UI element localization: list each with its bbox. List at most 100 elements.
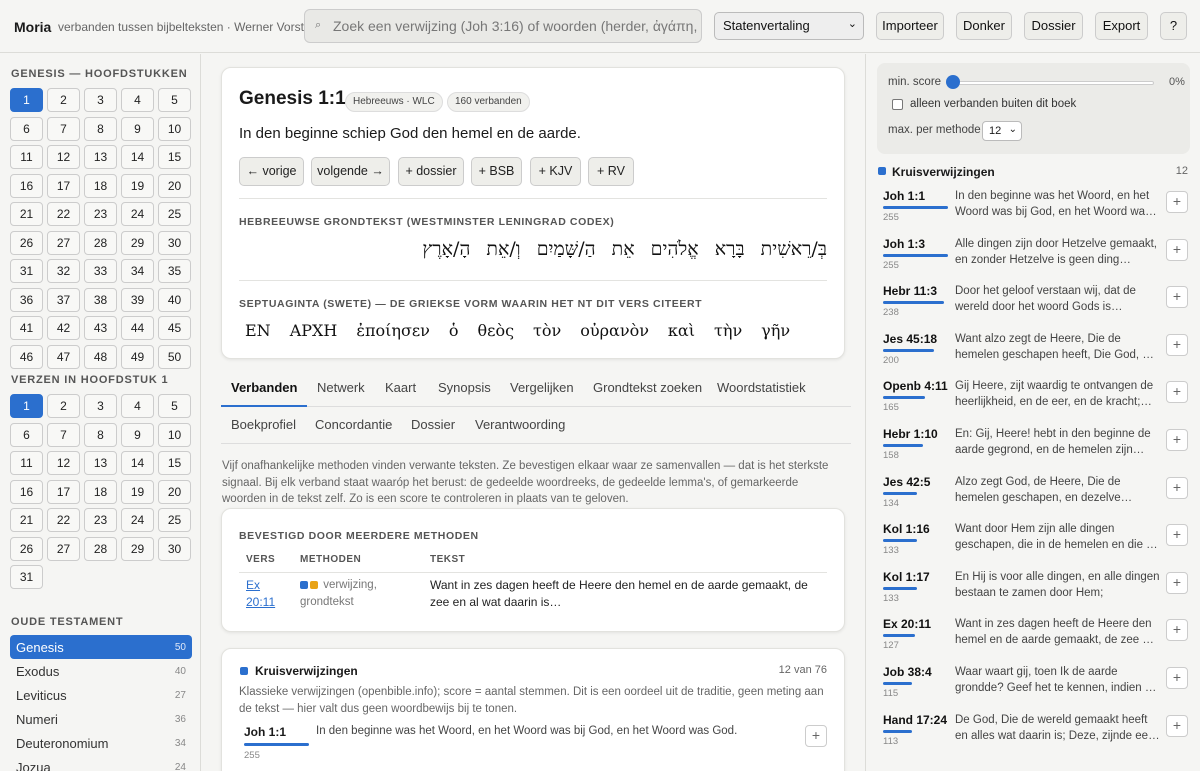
tab-netwerk[interactable]: Netwerk: [317, 380, 365, 407]
chapter-button-47[interactable]: 47: [47, 344, 80, 369]
book-item-deuteronomium[interactable]: Deuteronomium 34: [10, 731, 192, 755]
add-kjv-button[interactable]: + KJV: [530, 157, 581, 186]
chapter-button-28[interactable]: 28: [84, 230, 117, 255]
crossref-ref[interactable]: Hebr 1:10: [883, 427, 938, 441]
chapter-button-13[interactable]: 13: [84, 145, 117, 169]
tab-synopsis[interactable]: Synopsis: [438, 380, 491, 407]
verse-button-15[interactable]: 15: [158, 451, 191, 475]
greek-word[interactable]: ὁ: [449, 321, 459, 340]
add-crossref-button[interactable]: +: [1166, 238, 1188, 261]
chapter-button-15[interactable]: 15: [158, 145, 191, 169]
chapter-button-19[interactable]: 19: [121, 173, 154, 198]
verse-button-28[interactable]: 28: [84, 536, 117, 561]
verse-button-7[interactable]: 7: [47, 422, 80, 447]
next-button[interactable]: volgende →: [311, 157, 390, 186]
tab-boekprofiel[interactable]: Boekprofiel: [231, 417, 296, 444]
import-button[interactable]: Importeer: [876, 12, 944, 40]
greek-word[interactable]: ἐποίησεν: [356, 321, 430, 340]
verse-button-11[interactable]: 11: [10, 451, 43, 475]
verse-button-29[interactable]: 29: [121, 536, 154, 561]
greek-word[interactable]: οὐρανὸν: [580, 321, 649, 340]
add-rv-button[interactable]: + RV: [588, 157, 634, 186]
chapter-button-29[interactable]: 29: [121, 230, 154, 255]
verse-button-24[interactable]: 24: [121, 508, 154, 532]
book-item-leviticus[interactable]: Leviticus 27: [10, 683, 192, 707]
chapter-button-4[interactable]: 4: [121, 88, 154, 112]
chapter-button-37[interactable]: 37: [47, 287, 80, 312]
add-crossref-button[interactable]: +: [1166, 524, 1188, 547]
chapter-button-7[interactable]: 7: [47, 116, 80, 141]
max-per-method-select[interactable]: 12 ⌄: [982, 121, 1022, 141]
chapter-button-22[interactable]: 22: [47, 202, 80, 226]
tab-kaart[interactable]: Kaart: [385, 380, 416, 407]
greek-word[interactable]: γῆν: [761, 321, 790, 340]
greek-word[interactable]: τὸν: [533, 321, 561, 340]
greek-word[interactable]: θεὸς: [478, 321, 515, 340]
book-item-exodus[interactable]: Exodus 40: [10, 659, 192, 683]
add-crossref-button[interactable]: +: [805, 725, 827, 747]
translation-select[interactable]: Statenvertaling ⌄: [714, 12, 864, 40]
chapter-button-12[interactable]: 12: [47, 145, 80, 169]
tab-vergelijken[interactable]: Vergelijken: [510, 380, 574, 407]
verse-button-20[interactable]: 20: [158, 479, 191, 504]
chapter-button-39[interactable]: 39: [121, 287, 154, 312]
tab-grondtekst-zoeken[interactable]: Grondtekst zoeken: [593, 380, 702, 407]
tab-concordantie[interactable]: Concordantie: [315, 417, 392, 444]
chapter-button-9[interactable]: 9: [121, 116, 154, 141]
chapter-button-44[interactable]: 44: [121, 316, 154, 340]
verse-button-26[interactable]: 26: [10, 536, 43, 561]
verse-button-27[interactable]: 27: [47, 536, 80, 561]
chapter-button-24[interactable]: 24: [121, 202, 154, 226]
chapter-button-5[interactable]: 5: [158, 88, 191, 112]
add-crossref-button[interactable]: +: [1166, 429, 1188, 451]
crossref-ref[interactable]: Openb 4:11: [883, 379, 948, 393]
book-item-jozua[interactable]: Jozua 24: [10, 755, 192, 771]
chapter-button-46[interactable]: 46: [10, 344, 43, 369]
prev-button[interactable]: ← vorige: [239, 157, 304, 186]
chapter-button-6[interactable]: 6: [10, 116, 43, 141]
verse-button-31[interactable]: 31: [10, 565, 43, 589]
chapter-button-32[interactable]: 32: [47, 259, 80, 283]
verse-button-5[interactable]: 5: [158, 394, 191, 418]
dossier-button[interactable]: Dossier: [1024, 12, 1083, 40]
chapter-button-11[interactable]: 11: [10, 145, 43, 169]
greek-word[interactable]: τὴν: [714, 321, 742, 340]
chapter-button-21[interactable]: 21: [10, 202, 43, 226]
chapter-button-2[interactable]: 2: [47, 88, 80, 112]
add-dossier-button[interactable]: + dossier: [398, 157, 464, 186]
greek-word[interactable]: ΕΝ: [245, 321, 271, 340]
verse-button-13[interactable]: 13: [84, 451, 117, 475]
add-crossref-button[interactable]: +: [1166, 191, 1188, 213]
tab-dossier[interactable]: Dossier: [411, 417, 455, 444]
chapter-button-14[interactable]: 14: [121, 145, 154, 169]
crossref-ref[interactable]: Jes 45:18: [883, 332, 937, 346]
add-crossref-button[interactable]: +: [1166, 476, 1188, 499]
verse-button-25[interactable]: 25: [158, 508, 191, 532]
verse-button-22[interactable]: 22: [47, 508, 80, 532]
add-crossref-button[interactable]: +: [1166, 286, 1188, 309]
chapter-button-26[interactable]: 26: [10, 230, 43, 255]
chapter-button-38[interactable]: 38: [84, 287, 117, 312]
tab-verbanden[interactable]: Verbanden: [221, 380, 308, 407]
crossref-ref[interactable]: Jes 42:5: [883, 475, 930, 489]
chapter-button-10[interactable]: 10: [158, 116, 191, 141]
add-crossref-button[interactable]: +: [1166, 333, 1188, 356]
crossref-ref[interactable]: Ex 20:11: [883, 617, 931, 631]
help-button[interactable]: ?: [1160, 12, 1187, 40]
add-bsb-button[interactable]: + BSB: [471, 157, 522, 186]
greek-word[interactable]: ΑΡΧΗ: [290, 321, 338, 340]
crossref-ref[interactable]: Hand 17:24: [883, 713, 947, 727]
crossref-ref[interactable]: Job 38:4: [883, 665, 932, 679]
verse-button-30[interactable]: 30: [158, 536, 191, 561]
chapter-button-33[interactable]: 33: [84, 259, 117, 283]
export-button[interactable]: Export: [1095, 12, 1148, 40]
add-crossref-button[interactable]: +: [1166, 619, 1188, 642]
chapter-button-3[interactable]: 3: [84, 88, 117, 112]
chapter-button-43[interactable]: 43: [84, 316, 117, 340]
verse-button-23[interactable]: 23: [84, 508, 117, 532]
book-item-genesis[interactable]: Genesis 50: [10, 635, 192, 659]
crossref-ref[interactable]: Kol 1:17: [883, 570, 930, 584]
crossref-ref[interactable]: Joh 1:1: [883, 189, 925, 203]
chapter-button-49[interactable]: 49: [121, 344, 154, 369]
crossref-ref[interactable]: Joh 1:3: [883, 237, 925, 251]
